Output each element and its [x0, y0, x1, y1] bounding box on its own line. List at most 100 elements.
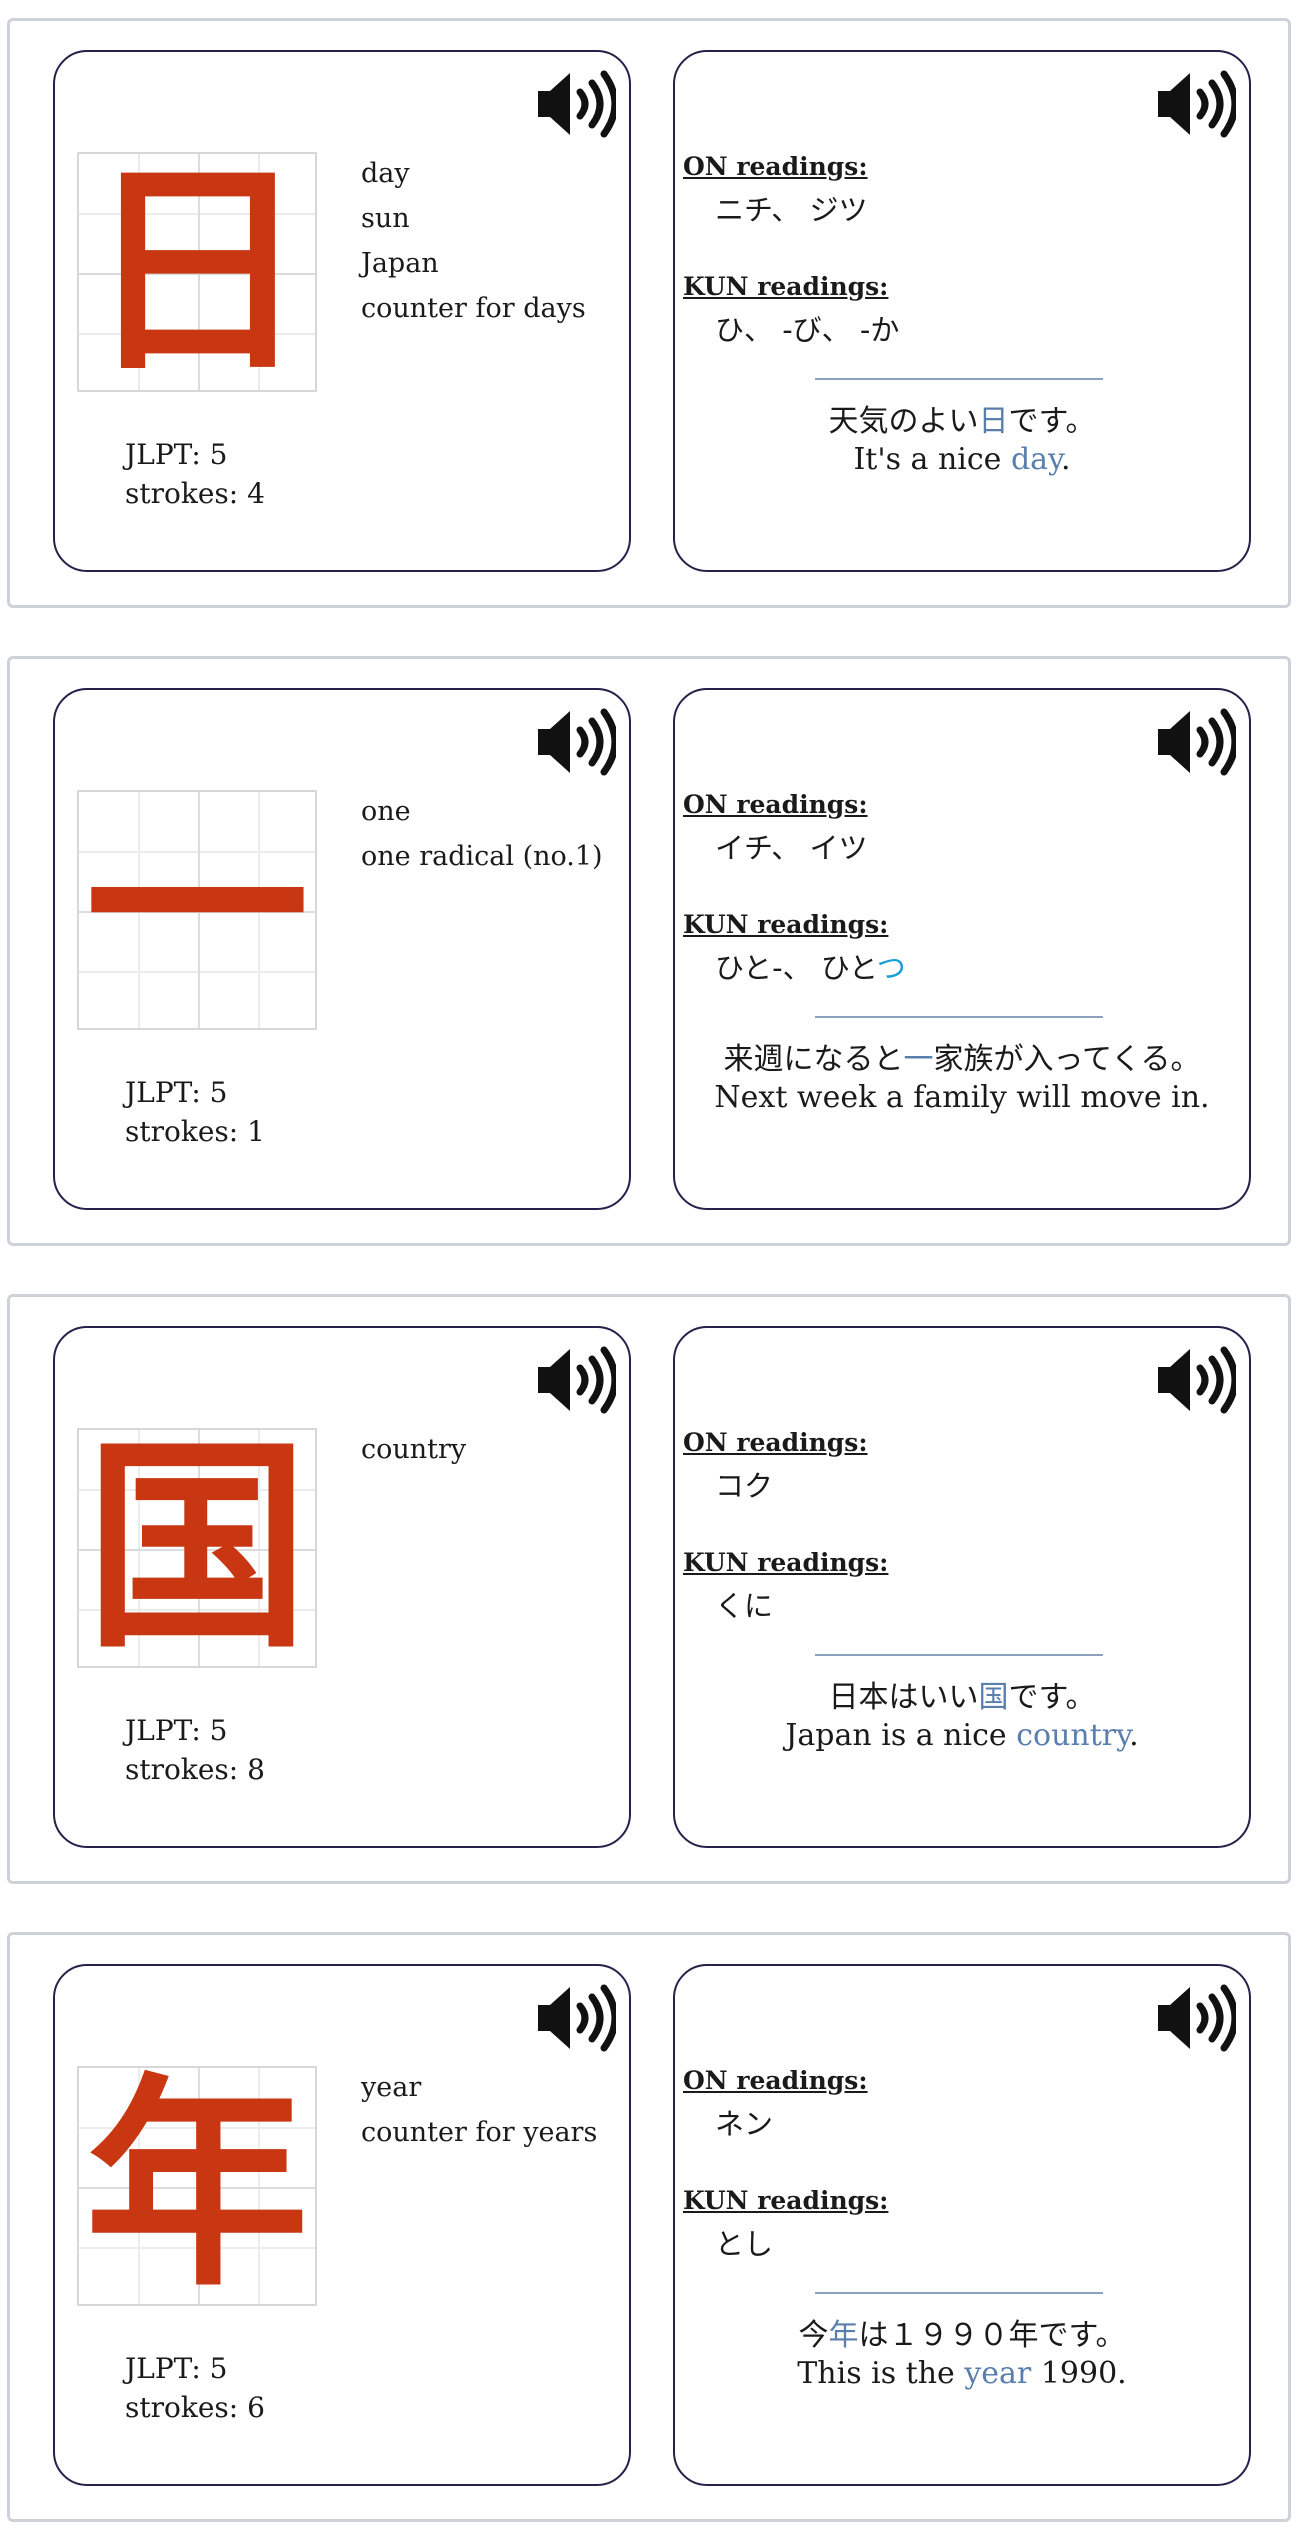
- kun-readings-value: とし: [715, 2221, 773, 2263]
- example-jp-text: 天気のよい: [828, 404, 979, 439]
- example-jp-highlight: 年: [828, 2318, 859, 2353]
- kun-readings-label: KUN readings:: [683, 1548, 889, 1577]
- example-sentence-en: It's a nice day.: [675, 442, 1249, 477]
- kun-reading-text: ひと-、 ひと: [715, 951, 877, 985]
- speaker-icon[interactable]: [536, 707, 619, 777]
- example-sentence-en: This is the year 1990.: [675, 2356, 1249, 2391]
- meanings-list: year counter for years: [361, 2065, 597, 2155]
- stroke-count: strokes: 8: [125, 1753, 265, 1786]
- kanji-character: 一: [85, 790, 309, 1030]
- meanings-list: one one radical (no.1): [361, 789, 603, 879]
- kanji-meta: JLPT: 5 strokes: 1: [125, 1073, 265, 1151]
- example-jp-text: 来週になると: [723, 1042, 904, 1077]
- example-jp-text: 今: [798, 2318, 829, 2353]
- speaker-icon[interactable]: [1156, 1983, 1239, 2053]
- example-jp-text-after: です。: [1008, 404, 1096, 439]
- example-sentence-jp: 天気のよい日です。: [675, 396, 1249, 440]
- card-back: ON readings: ニチ、 ジツ KUN readings: ひ、 -び、…: [673, 50, 1251, 572]
- divider: [815, 1016, 1103, 1018]
- kun-readings-value: ひ、 -び、 -か: [715, 307, 899, 349]
- meaning-item: one radical (no.1): [361, 841, 603, 872]
- stroke-count: strokes: 1: [125, 1115, 265, 1148]
- example-en-highlight: country: [1016, 1718, 1130, 1753]
- card-front: 一 one one radical (no.1) JLPT: 5 strokes:…: [53, 688, 631, 1210]
- kun-reading-text: くに: [715, 1589, 774, 1623]
- example-sentence-en: Japan is a nice country.: [675, 1718, 1249, 1753]
- meaning-item: country: [361, 1434, 467, 1465]
- kun-readings-label: KUN readings:: [683, 272, 889, 301]
- on-readings-value: イチ、 イツ: [715, 831, 868, 865]
- example-jp-highlight: 日: [978, 404, 1009, 439]
- card-back: ON readings: ネン KUN readings: とし 今年は１９９０…: [673, 1964, 1251, 2486]
- on-readings-label: ON readings:: [683, 1428, 868, 1457]
- jlpt-level: JLPT: 5: [125, 438, 228, 471]
- on-readings-label: ON readings:: [683, 2066, 868, 2095]
- kun-reading-highlight: つ: [876, 951, 906, 985]
- example-en-text: It's a nice: [853, 442, 1011, 477]
- on-readings-value: ニチ、 ジツ: [715, 193, 868, 227]
- example-en-text: Next week a family will move in.: [714, 1080, 1210, 1115]
- speaker-icon[interactable]: [536, 1983, 619, 2053]
- meaning-item: one: [361, 796, 411, 827]
- flashcard: 一 one one radical (no.1) JLPT: 5 strokes:…: [7, 656, 1291, 1246]
- example-en-highlight: day: [1010, 442, 1062, 477]
- example-jp-highlight: 国: [978, 1680, 1009, 1715]
- speaker-icon[interactable]: [536, 1345, 619, 1415]
- jlpt-level: JLPT: 5: [125, 1714, 228, 1747]
- meaning-item: year: [361, 2072, 422, 2103]
- kun-readings-value: ひと-、 ひとつ: [715, 945, 906, 987]
- stroke-count: strokes: 4: [125, 477, 265, 510]
- on-readings-label: ON readings:: [683, 790, 868, 819]
- kun-reading-text: ひ、 -び、 -か: [715, 313, 900, 347]
- card-back: ON readings: イチ、 イツ KUN readings: ひと-、 ひ…: [673, 688, 1251, 1210]
- on-readings-value: ネン: [715, 2107, 774, 2141]
- kanji-character: 国: [85, 1428, 309, 1668]
- kun-reading-text: とし: [715, 2227, 774, 2261]
- meaning-item: Japan: [361, 248, 439, 279]
- example-jp-highlight: 一: [903, 1042, 934, 1077]
- example-sentence-jp: 日本はいい国です。: [675, 1672, 1249, 1716]
- example-en-text-after: 1990.: [1031, 2356, 1127, 2391]
- meanings-list: day sun Japan counter for days: [361, 151, 586, 331]
- example-sentence-en: Next week a family will move in.: [675, 1080, 1249, 1115]
- flashcard: 年 year counter for years JLPT: 5 strokes:…: [7, 1932, 1291, 2522]
- meaning-item: counter for days: [361, 293, 586, 324]
- stroke-count: strokes: 6: [125, 2391, 265, 2424]
- kanji-box: 年: [77, 2066, 317, 2306]
- meanings-list: country: [361, 1427, 466, 1472]
- speaker-icon[interactable]: [1156, 69, 1239, 139]
- example-jp-text-after: は１９９０年です。: [858, 2318, 1126, 2353]
- divider: [815, 1654, 1103, 1656]
- meaning-item: day: [361, 158, 410, 189]
- flashcard: 国 country JLPT: 5 strokes: 8 ON readings…: [7, 1294, 1291, 1884]
- example-jp-text-after: です。: [1008, 1680, 1096, 1715]
- card-front: 日 day sun Japan counter for days JLPT: 5 st…: [53, 50, 631, 572]
- example-jp-text: 日本はいい: [828, 1680, 979, 1715]
- flashcard: 日 day sun Japan counter for days JLPT: 5 st…: [7, 18, 1291, 608]
- meaning-item: counter for years: [361, 2117, 598, 2148]
- speaker-icon[interactable]: [1156, 1345, 1239, 1415]
- jlpt-level: JLPT: 5: [125, 2352, 228, 2385]
- card-front: 年 year counter for years JLPT: 5 strokes:…: [53, 1964, 631, 2486]
- example-jp-text-after: 家族が入ってくる。: [933, 1042, 1201, 1077]
- kanji-box: 日: [77, 152, 317, 392]
- kanji-meta: JLPT: 5 strokes: 4: [125, 435, 265, 513]
- example-en-highlight: year: [964, 2356, 1032, 2391]
- on-readings-label: ON readings:: [683, 152, 868, 181]
- kanji-box: 一: [77, 790, 317, 1030]
- kanji-character: 日: [85, 152, 309, 392]
- kun-readings-value: くに: [715, 1583, 773, 1625]
- kanji-box: 国: [77, 1428, 317, 1668]
- meaning-item: sun: [361, 203, 410, 234]
- kanji-character: 年: [85, 2066, 309, 2306]
- speaker-icon[interactable]: [536, 69, 619, 139]
- card-front: 国 country JLPT: 5 strokes: 8: [53, 1326, 631, 1848]
- example-en-text: This is the: [797, 2356, 965, 2391]
- example-en-text: Japan is a nice: [785, 1718, 1017, 1753]
- card-back: ON readings: コク KUN readings: くに 日本はいい国で…: [673, 1326, 1251, 1848]
- speaker-icon[interactable]: [1156, 707, 1239, 777]
- kanji-meta: JLPT: 5 strokes: 6: [125, 2349, 265, 2427]
- jlpt-level: JLPT: 5: [125, 1076, 228, 1109]
- example-sentence-jp: 今年は１９９０年です。: [675, 2310, 1249, 2354]
- example-sentence-jp: 来週になると一家族が入ってくる。: [675, 1034, 1249, 1078]
